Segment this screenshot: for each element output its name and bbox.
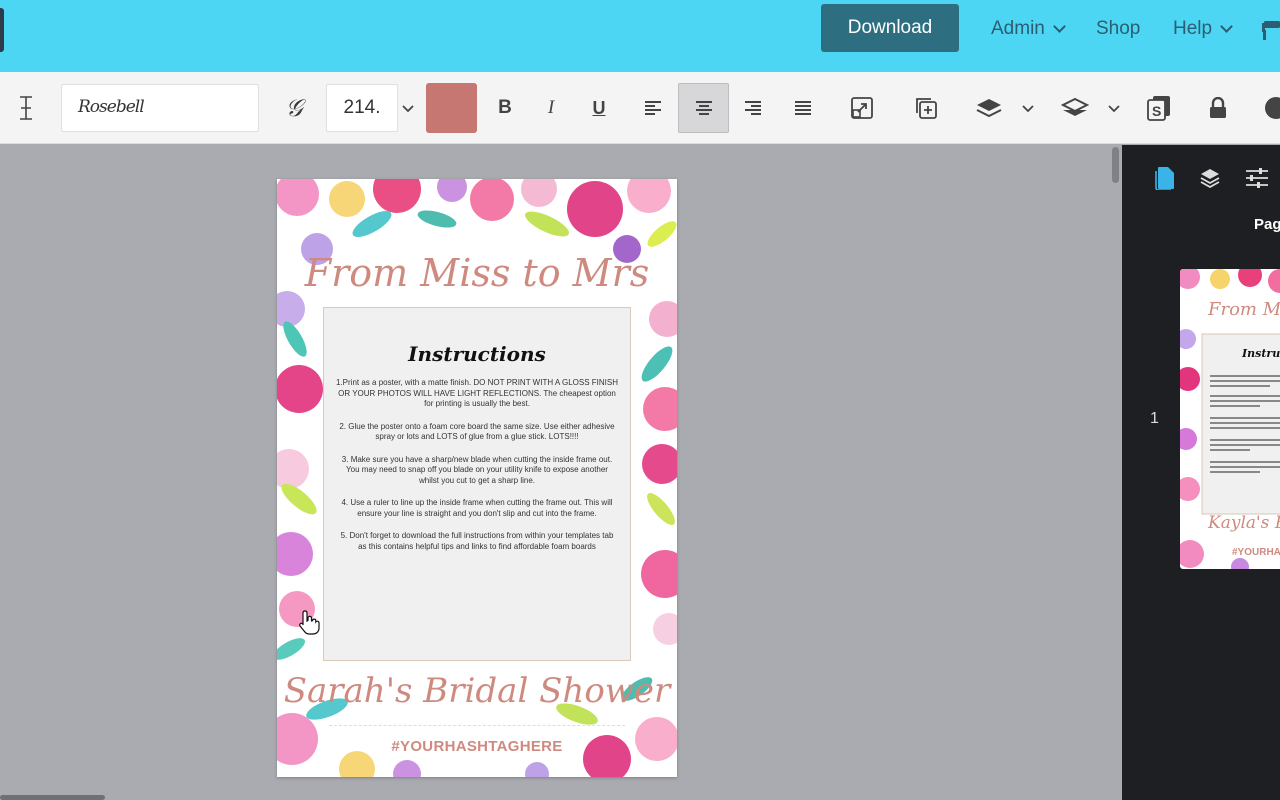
align-center-icon[interactable] xyxy=(678,83,729,133)
chevron-down-icon[interactable] xyxy=(1106,102,1122,116)
nav-admin[interactable]: Admin xyxy=(991,18,1066,40)
hand-cursor-icon xyxy=(298,609,320,640)
instructions-frame[interactable]: Instructions 1.Print as a poster, with a… xyxy=(323,307,631,661)
chevron-down-icon xyxy=(1220,20,1233,33)
layers-icon[interactable] xyxy=(1197,165,1223,191)
download-button[interactable]: Download xyxy=(821,4,959,52)
logo-edge[interactable] xyxy=(0,8,4,52)
instruction-item: 4. Use a ruler to line up the inside fra… xyxy=(341,498,613,518)
font-size-value: 214. xyxy=(343,97,381,118)
align-justify-icon[interactable] xyxy=(790,96,816,120)
nav-help[interactable]: Help xyxy=(1173,18,1233,40)
header-script-text[interactable]: From Miss to Mrs xyxy=(277,251,677,295)
divider xyxy=(329,725,625,726)
resize-icon[interactable] xyxy=(848,94,876,122)
glyph-letter: 𝒢 xyxy=(285,94,303,122)
sliders-icon[interactable] xyxy=(1244,165,1270,191)
align-left-icon[interactable] xyxy=(640,96,666,120)
nav-admin-label: Admin xyxy=(991,18,1045,39)
duplicate-icon[interactable] xyxy=(912,94,940,122)
design-page[interactable]: From Miss to Mrs Instructions 1.Print as… xyxy=(277,179,677,777)
instruction-item: 1.Print as a poster, with a matte finish… xyxy=(336,378,619,408)
chevron-down-icon[interactable] xyxy=(1020,102,1036,116)
instruction-item: 5. Don't forget to download the full ins… xyxy=(340,531,614,551)
thumbnail-heading: Instru xyxy=(1242,347,1280,360)
chevron-down-icon xyxy=(1052,20,1066,33)
layer-up-icon[interactable] xyxy=(974,94,1004,122)
font-size-input[interactable]: 214. xyxy=(326,84,398,132)
hashtag-text[interactable]: #YOURHASHTAGHERE xyxy=(277,738,677,755)
instructions-heading[interactable]: Instructions xyxy=(324,342,630,366)
instruction-item: 2. Glue the poster onto a foam core boar… xyxy=(339,421,615,442)
vertical-scrollbar[interactable] xyxy=(1112,147,1119,183)
paint-roller-icon[interactable] xyxy=(1262,18,1280,42)
thumbnail-footer: Kayla's Bri xyxy=(1208,513,1280,533)
nav-help-label: Help xyxy=(1173,18,1213,39)
font-family-select[interactable]: Rosebell xyxy=(61,84,259,132)
chevron-down-icon[interactable] xyxy=(400,102,416,116)
lock-icon[interactable] xyxy=(1206,94,1230,122)
nav-shop[interactable]: Shop xyxy=(1096,18,1140,40)
panel-tab-label: Pag xyxy=(1254,216,1280,233)
horizontal-scrollbar[interactable] xyxy=(0,795,105,800)
instructions-list[interactable]: 1.Print as a poster, with a matte finish… xyxy=(324,378,630,552)
footer-script-text[interactable]: Sarah's Bridal Shower xyxy=(277,671,677,711)
style-icon[interactable]: S xyxy=(1146,94,1172,122)
thumbnail-header: From Mi xyxy=(1208,299,1280,320)
pages-icon[interactable] xyxy=(1152,165,1178,191)
page-number: 1 xyxy=(1150,410,1159,427)
font-name: Rosebell xyxy=(78,97,145,117)
underline-icon[interactable]: U xyxy=(586,94,612,122)
bold-icon[interactable]: B xyxy=(492,94,518,122)
thumbnail-hashtag: #YOURHAS xyxy=(1232,547,1280,558)
page-thumbnail[interactable]: From Mi Instru Kayla's Bri #YOURHAS xyxy=(1180,269,1280,569)
align-right-icon[interactable] xyxy=(740,96,766,120)
text-color-swatch[interactable] xyxy=(426,83,477,133)
text-toolbar: Rosebell 𝒢 214. B I U S xyxy=(0,72,1280,144)
nav-shop-label: Shop xyxy=(1096,18,1141,39)
text-cursor-icon[interactable] xyxy=(14,94,38,122)
effects-icon[interactable] xyxy=(1262,94,1280,122)
top-bar: Download Admin Shop Help xyxy=(0,0,1280,72)
layer-down-icon[interactable] xyxy=(1060,94,1090,122)
glyph-icon[interactable]: 𝒢 xyxy=(280,94,308,122)
italic-icon[interactable]: I xyxy=(538,94,564,122)
svg-text:S: S xyxy=(1152,103,1161,119)
instruction-item: 3. Make sure you have a sharp/new blade … xyxy=(341,454,613,485)
